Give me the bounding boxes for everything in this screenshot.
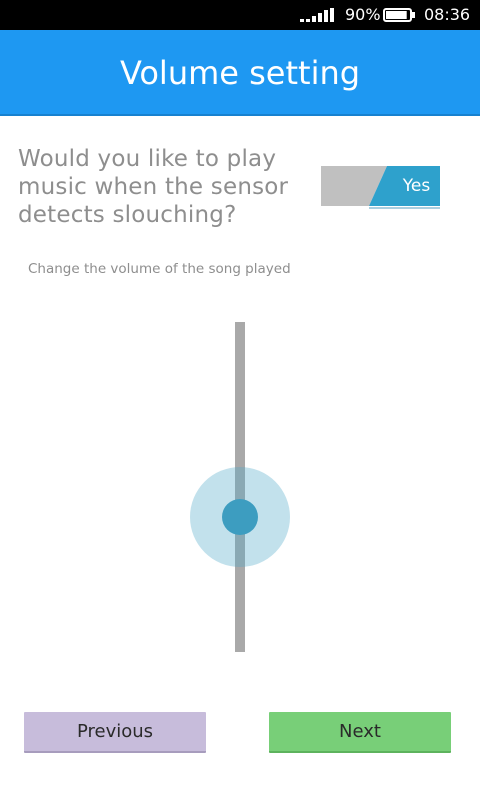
- next-button[interactable]: Next: [269, 712, 451, 753]
- slouch-music-question: Would you like to play music when the se…: [18, 146, 289, 228]
- signal-bars-icon: [300, 8, 334, 22]
- volume-slider[interactable]: [180, 318, 300, 658]
- volume-slider-thumb[interactable]: [222, 498, 258, 535]
- clock: 08:36: [424, 5, 471, 24]
- app-header: Volume setting: [0, 30, 480, 116]
- battery-percentage: 90%: [345, 5, 381, 24]
- play-music-toggle[interactable]: Yes: [321, 166, 440, 209]
- page-title: Volume setting: [119, 54, 361, 92]
- battery-icon: [383, 8, 415, 22]
- volume-label: Change the volume of the song played: [28, 261, 291, 277]
- toggle-label: Yes: [402, 176, 431, 196]
- status-bar: 90% 08:36: [0, 0, 480, 30]
- previous-button[interactable]: Previous: [24, 712, 206, 753]
